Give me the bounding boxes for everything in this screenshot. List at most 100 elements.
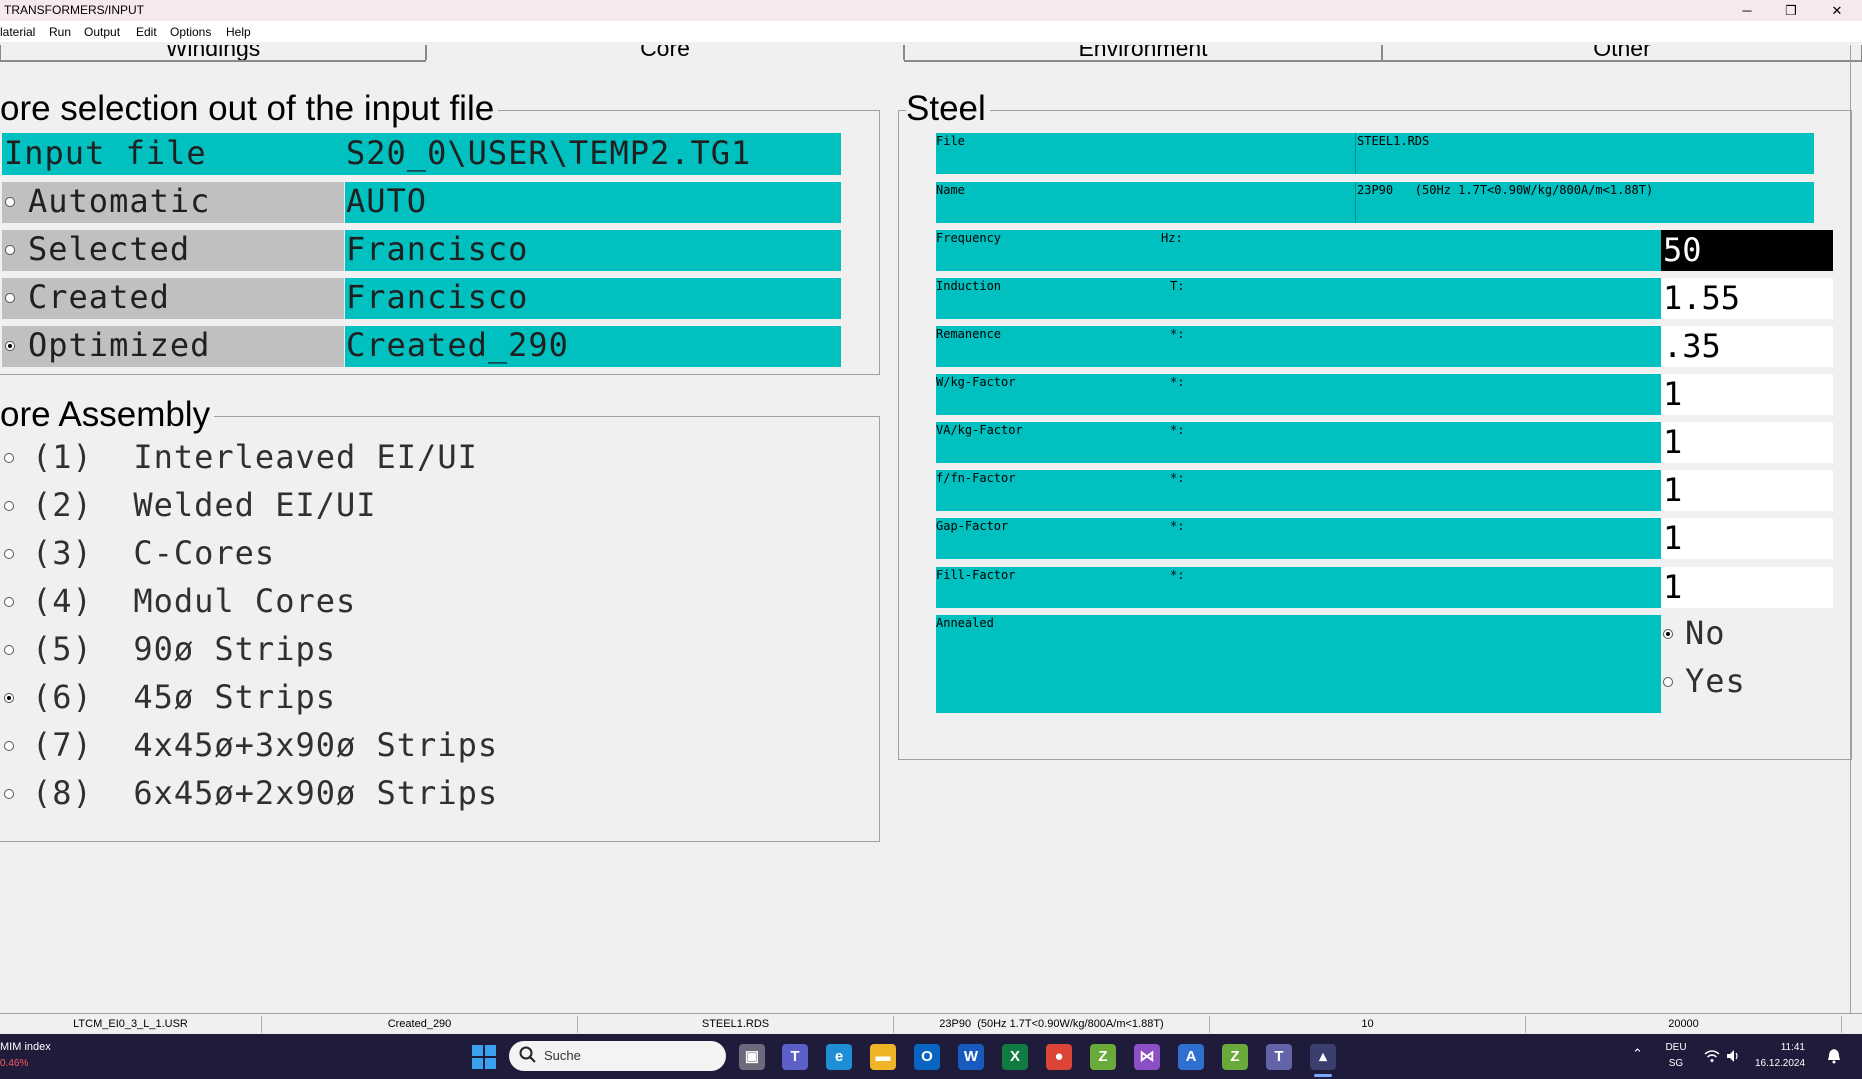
annealed-row: [936, 615, 1661, 713]
assembly-radio-3[interactable]: [4, 549, 14, 559]
ffn-factor-label: f/fn-Factor: [936, 471, 1016, 485]
induction-input[interactable]: 1.55: [1661, 278, 1833, 319]
gap-factor-input[interactable]: 1: [1661, 518, 1833, 559]
remanence-row: [936, 326, 1661, 367]
maximize-button[interactable]: ❐: [1769, 0, 1813, 21]
task-view-icon[interactable]: ▣: [739, 1044, 765, 1070]
language-bottom[interactable]: SG: [1664, 1058, 1688, 1069]
menu-run[interactable]: Run: [49, 25, 71, 39]
window-title: TRANSFORMERS/INPUT: [4, 3, 145, 17]
notification-bell-icon[interactable]: [1827, 1048, 1841, 1064]
fill-factor-input[interactable]: 1: [1661, 567, 1833, 608]
clock-time[interactable]: 11:41: [1755, 1042, 1805, 1053]
ffn-factor-unit: *:: [1170, 471, 1185, 485]
speaker-icon[interactable]: [1725, 1048, 1741, 1064]
vakg-factor-row: [936, 422, 1661, 463]
ffn-factor-input[interactable]: 1: [1661, 470, 1833, 511]
fill-factor-row: [936, 567, 1661, 608]
tab-windings[interactable]: Windings: [0, 45, 426, 62]
assembly-option-8[interactable]: (8) 6x45ø+2x90ø Strips: [32, 774, 498, 812]
annealed-yes-label[interactable]: Yes: [1685, 662, 1746, 700]
core-selection-title: ore selection out of the input file: [0, 89, 499, 129]
induction-row: [936, 278, 1661, 319]
menu-material[interactable]: laterial: [0, 25, 35, 39]
assembly-option-5[interactable]: (5) 90ø Strips: [32, 630, 336, 668]
search-placeholder: Suche: [544, 1048, 581, 1063]
menu-help[interactable]: Help: [226, 25, 251, 39]
wkg-factor-input[interactable]: 1: [1661, 374, 1833, 415]
assembly-option-6[interactable]: (6) 45ø Strips: [32, 678, 336, 716]
assembly-radio-1[interactable]: [4, 453, 14, 463]
app-a-icon[interactable]: A: [1178, 1044, 1204, 1070]
optimized-radio[interactable]: [5, 341, 15, 351]
assembly-option-7[interactable]: (7) 4x45ø+3x90ø Strips: [32, 726, 498, 764]
assembly-radio-2[interactable]: [4, 501, 14, 511]
windows-start-icon[interactable]: [471, 1044, 497, 1070]
close-button[interactable]: ✕: [1815, 0, 1859, 21]
input-file-label: Input file: [4, 134, 207, 172]
remanence-unit: *:: [1170, 327, 1185, 341]
assembly-radio-7[interactable]: [4, 741, 14, 751]
minimize-button[interactable]: ─: [1725, 0, 1769, 21]
remanence-input[interactable]: .35: [1661, 326, 1833, 367]
tab-core[interactable]: Core: [426, 45, 904, 60]
vakg-factor-label: VA/kg-Factor: [936, 423, 1023, 437]
frequency-row: [936, 230, 1661, 271]
app-z-icon[interactable]: Z: [1090, 1044, 1116, 1070]
remanence-label: Remanence: [936, 327, 1002, 341]
input-file-value[interactable]: S20_0\USER\TEMP2.TG1: [346, 134, 751, 172]
excel-icon[interactable]: X: [1002, 1044, 1028, 1070]
clock-date[interactable]: 16.12.2024: [1755, 1058, 1805, 1069]
menu-output[interactable]: Output: [84, 25, 120, 39]
active-app-icon[interactable]: ▴: [1310, 1044, 1336, 1070]
right-border: [1850, 45, 1851, 1013]
frequency-input[interactable]: 50: [1661, 230, 1833, 271]
vakg-factor-unit: *:: [1170, 423, 1185, 437]
selected-radio[interactable]: [5, 245, 15, 255]
status-steel-name: 23P90 (50Hz 1.7T<0.90W/kg/800A/m<1.88T): [894, 1016, 1210, 1033]
teams-classic-icon[interactable]: T: [1266, 1044, 1292, 1070]
status-value-1: 10: [1210, 1016, 1526, 1033]
assembly-radio-4[interactable]: [4, 597, 14, 607]
automatic-radio[interactable]: [5, 197, 15, 207]
selected-value: Francisco: [346, 230, 529, 268]
chrome-icon[interactable]: ●: [1046, 1044, 1072, 1070]
automatic-value: AUTO: [346, 182, 428, 220]
assembly-radio-8[interactable]: [4, 789, 14, 799]
steel-file-value[interactable]: STEEL1.RDS: [1357, 134, 1429, 148]
outlook-icon[interactable]: O: [914, 1044, 940, 1070]
annealed-yes-radio[interactable]: [1663, 677, 1673, 687]
assembly-option-1[interactable]: (1) Interleaved EI/UI: [32, 438, 478, 476]
tab-environment[interactable]: Environment: [904, 45, 1382, 62]
teams-icon[interactable]: T: [782, 1044, 808, 1070]
ffn-factor-row: [936, 470, 1661, 511]
gap-factor-unit: *:: [1170, 519, 1185, 533]
visual-studio-icon[interactable]: ⋈: [1134, 1044, 1160, 1070]
menu-edit[interactable]: Edit: [136, 25, 157, 39]
assembly-radio-5[interactable]: [4, 645, 14, 655]
active-app-indicator: [1314, 1074, 1332, 1077]
wifi-icon[interactable]: [1704, 1048, 1720, 1064]
app-z2-icon[interactable]: Z: [1222, 1044, 1248, 1070]
status-value-2: 20000: [1526, 1016, 1842, 1033]
search-box[interactable]: [509, 1041, 726, 1071]
language-top[interactable]: DEU: [1664, 1042, 1688, 1053]
word-icon[interactable]: W: [958, 1044, 984, 1070]
vakg-factor-input[interactable]: 1: [1661, 422, 1833, 463]
assembly-option-3[interactable]: (3) C-Cores: [32, 534, 275, 572]
annealed-label: Annealed: [936, 616, 994, 630]
created-radio[interactable]: [5, 293, 15, 303]
tray-chevron-icon[interactable]: ⌃: [1632, 1046, 1643, 1062]
assembly-radio-6[interactable]: [4, 693, 14, 703]
annealed-no-label[interactable]: No: [1685, 614, 1726, 652]
edge-icon[interactable]: e: [826, 1044, 852, 1070]
widget-title[interactable]: MIM index: [0, 1041, 51, 1053]
steel-name-value[interactable]: 23P90 (50Hz 1.7T<0.90W/kg/800A/m<1.88T): [1357, 183, 1653, 197]
tab-other[interactable]: Other: [1382, 45, 1862, 62]
annealed-no-radio[interactable]: [1663, 629, 1673, 639]
menu-options[interactable]: Options: [170, 25, 211, 39]
assembly-option-2[interactable]: (2) Welded EI/UI: [32, 486, 377, 524]
gap-factor-label: Gap-Factor: [936, 519, 1009, 533]
assembly-option-4[interactable]: (4) Modul Cores: [32, 582, 356, 620]
file-explorer-icon[interactable]: ▬: [870, 1044, 896, 1070]
